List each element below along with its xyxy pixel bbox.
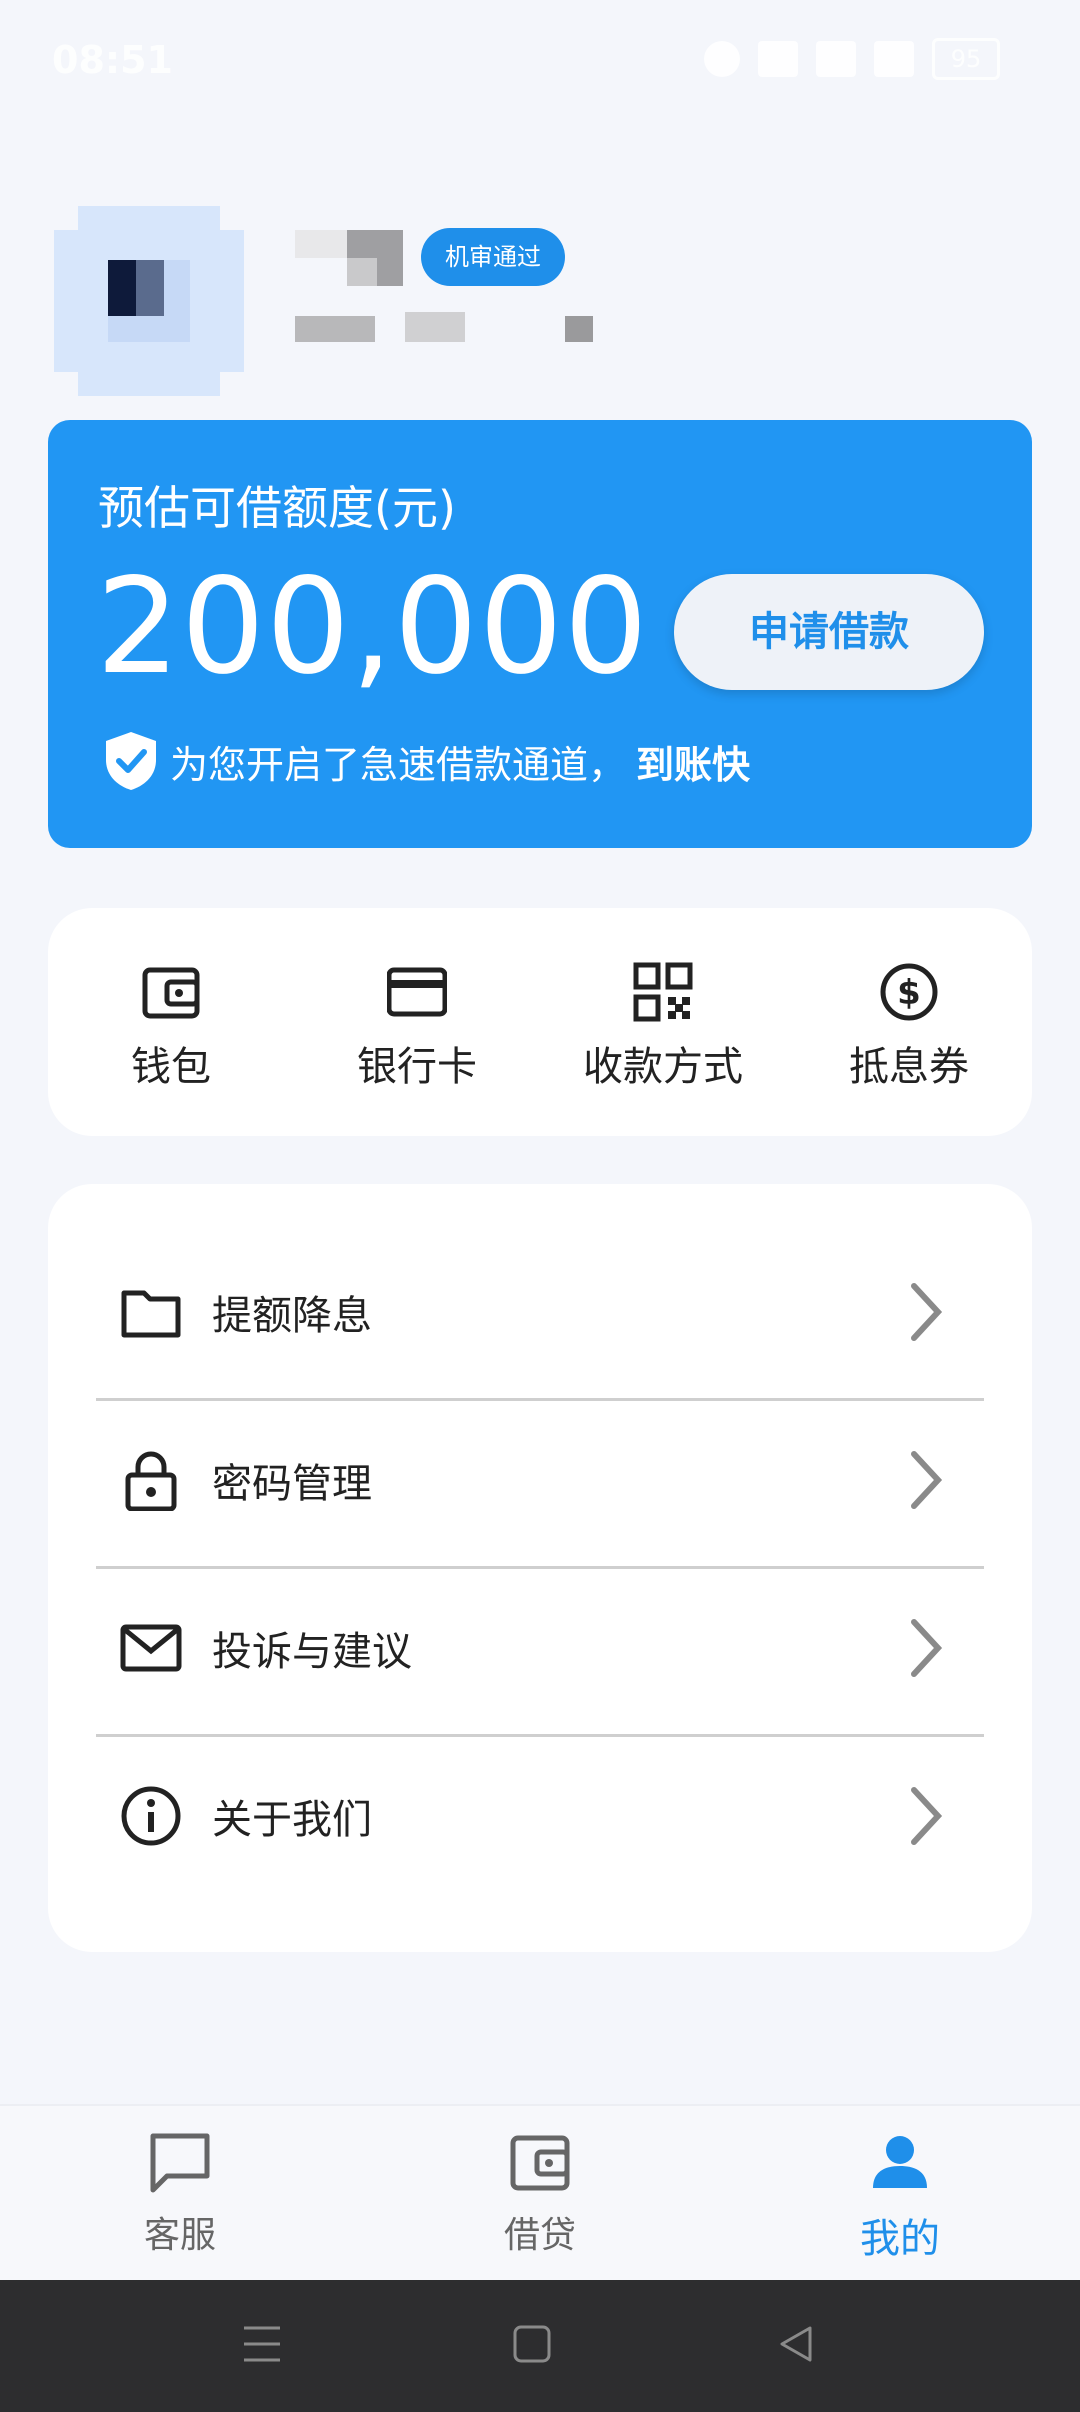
dollar-coin-icon: $ (880, 963, 938, 1021)
status-time: 08:51 (52, 38, 173, 82)
chat-icon (150, 2133, 210, 2193)
menu-item-label: 提额降息 (212, 1293, 372, 1339)
apply-loan-button[interactable]: 申请借款 (674, 574, 984, 690)
credit-limit-card: 预估可借额度(元) 200,000 申请借款 为您开启了急速借款通道， 到账快 (48, 420, 1032, 848)
notice-text: 为您开启了急速借款通道， (170, 742, 627, 787)
alarm-icon (704, 41, 740, 77)
settings-menu: 提额降息 密码管理 投诉与建议 关于我们 (48, 1184, 1032, 1952)
quick-actions: 钱包 银行卡 收款方式 $ 抵息券 (48, 908, 1032, 1136)
quick-action-wallet[interactable]: 钱包 (61, 908, 281, 1136)
mail-icon (120, 1624, 182, 1672)
nav-label: 客服 (143, 2215, 216, 2256)
menu-item-password[interactable]: 密码管理 (96, 1396, 984, 1564)
signal-icon (816, 41, 856, 77)
quick-action-payment-method[interactable]: 收款方式 (553, 908, 773, 1136)
chevron-right-icon (911, 1283, 943, 1341)
signal-icon (874, 41, 914, 77)
nav-label: 我的 (860, 2216, 940, 2262)
chevron-right-icon (911, 1787, 943, 1845)
back-triangle-icon[interactable] (776, 2322, 816, 2366)
chevron-right-icon (911, 1451, 943, 1509)
quick-action-label: 收款方式 (583, 1044, 743, 1090)
avatar[interactable] (54, 206, 244, 396)
info-icon (121, 1786, 181, 1846)
wifi-icon (758, 41, 798, 77)
review-status-badge: 机审通过 (421, 228, 565, 286)
home-square-icon[interactable] (512, 2322, 552, 2366)
quick-action-label: 钱包 (131, 1044, 211, 1090)
person-icon (873, 2136, 927, 2188)
battery-icon: 95 (932, 38, 1000, 80)
menu-item-label: 投诉与建议 (212, 1629, 412, 1675)
quick-action-label: 银行卡 (357, 1044, 477, 1090)
credit-amount: 200,000 (96, 550, 649, 704)
quick-action-coupon[interactable]: $ 抵息券 (799, 908, 1019, 1136)
nav-label: 借贷 (503, 2215, 576, 2256)
shield-check-icon (106, 732, 156, 790)
svg-text:$: $ (897, 973, 921, 1013)
quick-action-label: 抵息券 (849, 1044, 969, 1090)
phone-number-redacted (295, 312, 595, 346)
status-bar: 08:51 95 (0, 0, 1080, 120)
nav-item-loan[interactable]: 借贷 (440, 2130, 640, 2258)
nav-item-customer-service[interactable]: 客服 (80, 2130, 280, 2258)
chevron-right-icon (911, 1619, 943, 1677)
menu-item-feedback[interactable]: 投诉与建议 (96, 1564, 984, 1732)
bottom-nav: 客服 借贷 我的 (0, 2104, 1080, 2282)
menu-item-label: 关于我们 (212, 1797, 372, 1843)
status-icons: 95 (704, 38, 1000, 80)
menu-item-label: 密码管理 (212, 1461, 372, 1507)
credit-label: 预估可借额度(元) (98, 481, 456, 535)
wallet-icon (510, 2135, 570, 2191)
folder-icon (121, 1290, 181, 1338)
system-nav-bar (0, 2280, 1080, 2412)
user-name-redacted (295, 230, 405, 286)
fast-channel-notice: 为您开启了急速借款通道， 到账快 (104, 730, 750, 792)
menu-item-about-us[interactable]: 关于我们 (96, 1732, 984, 1900)
menu-item-credit-increase[interactable]: 提额降息 (96, 1228, 984, 1396)
notice-strong-text: 到账快 (636, 742, 751, 787)
menu-lines-icon[interactable] (242, 2322, 282, 2366)
quick-action-bank-card[interactable]: 银行卡 (307, 908, 527, 1136)
wallet-icon (142, 967, 200, 1019)
credit-card-icon (387, 967, 447, 1017)
qr-code-icon (633, 962, 693, 1022)
lock-icon (125, 1451, 177, 1511)
nav-item-mine[interactable]: 我的 (800, 2130, 1000, 2264)
